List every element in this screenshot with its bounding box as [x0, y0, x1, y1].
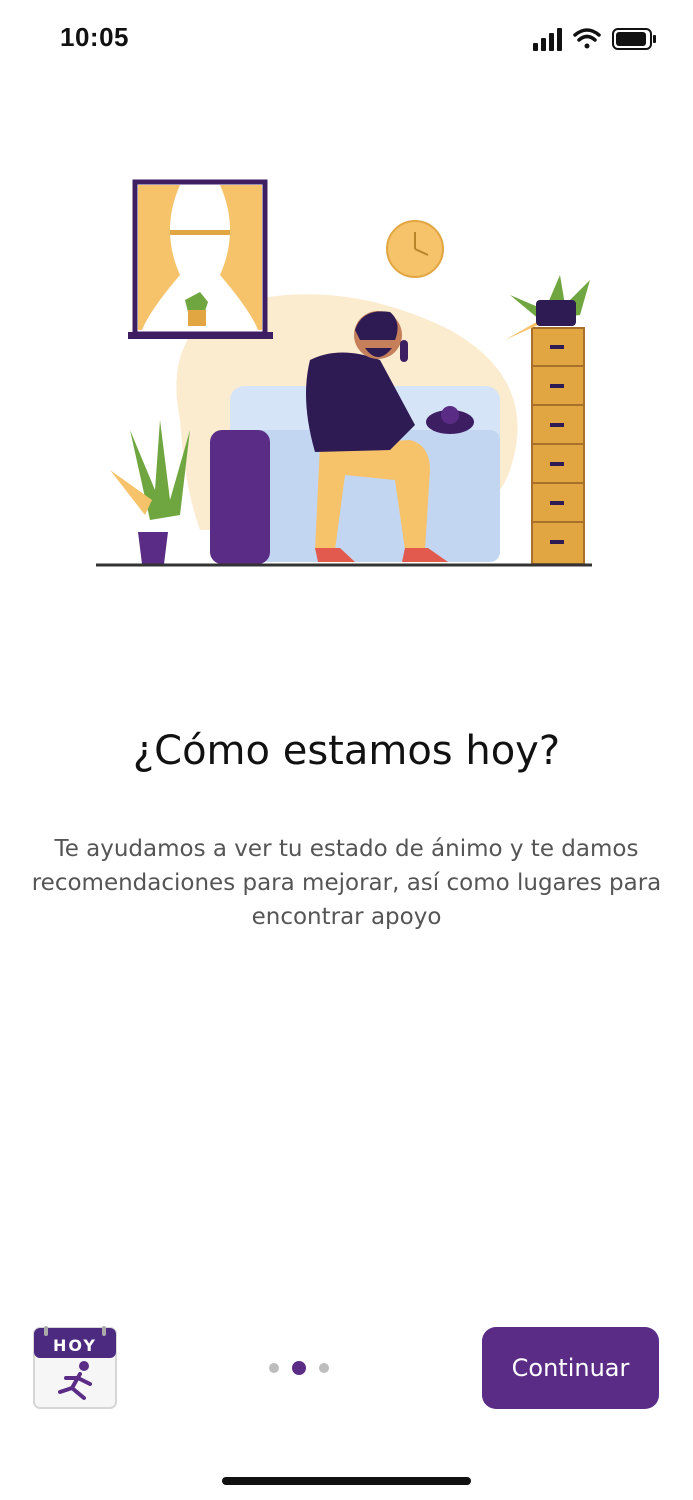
- app-logo: HOY: [33, 1326, 117, 1409]
- floor-plant-illustration: [110, 420, 190, 564]
- status-icons: [533, 28, 656, 51]
- page-dot-2-active: [292, 1361, 306, 1375]
- status-bar: 10:05: [0, 0, 693, 80]
- status-time: 10:05: [60, 22, 129, 52]
- window-illustration: [128, 179, 273, 339]
- signal-icon: [533, 28, 562, 51]
- page-description: Te ayudamos a ver tu estado de ánimo y t…: [31, 836, 662, 930]
- wall-clock-illustration: [386, 220, 444, 278]
- page-dot-3: [319, 1363, 329, 1373]
- page-title: ¿Cómo estamos hoy?: [132, 728, 561, 774]
- home-indicator: [222, 1477, 471, 1485]
- battery-icon: [612, 28, 656, 50]
- wifi-icon: [573, 28, 601, 49]
- page-indicator: [262, 1360, 342, 1376]
- onboarding-illustration: [96, 179, 592, 567]
- app-logo-text: HOY: [53, 1336, 97, 1355]
- continue-button[interactable]: Continuar: [482, 1327, 659, 1409]
- cabinet-illustration: [505, 275, 590, 565]
- page-dot-1: [269, 1363, 279, 1373]
